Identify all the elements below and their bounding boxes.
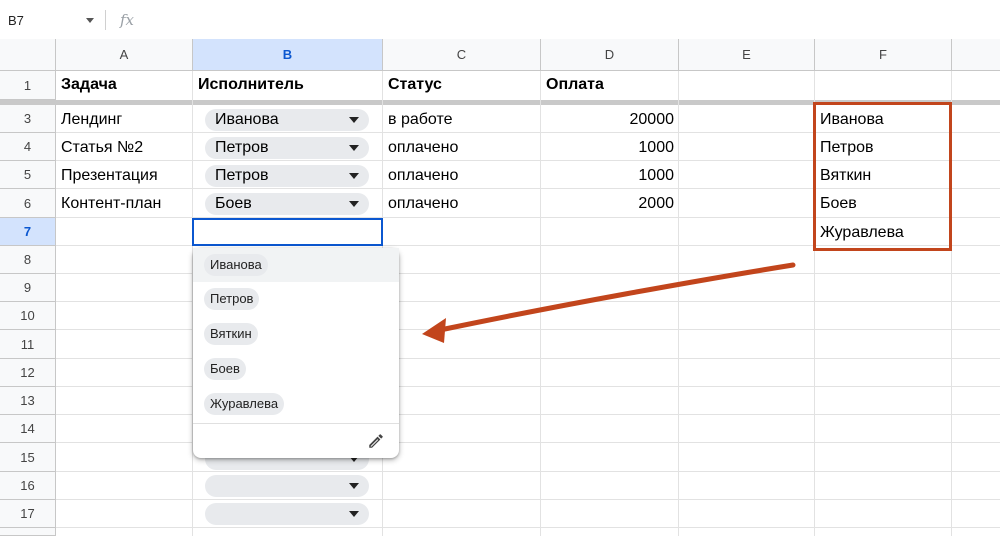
- dropdown-arrow-icon[interactable]: [349, 201, 359, 207]
- chip-label: Петров: [215, 167, 269, 184]
- cell-d5[interactable]: 1000: [546, 162, 674, 190]
- cell-a6[interactable]: Контент-план: [61, 190, 189, 218]
- row-header-10[interactable]: 10: [0, 302, 56, 330]
- dropdown-arrow-icon[interactable]: [349, 145, 359, 151]
- option-chip: Журавлева: [204, 393, 285, 415]
- dropdown-option[interactable]: Журавлева: [193, 387, 399, 421]
- formula-bar: B7 fx: [0, 0, 1000, 40]
- dropdown-option[interactable]: Иванова: [193, 248, 399, 282]
- row-header-9[interactable]: 9: [0, 274, 56, 302]
- column-header-c[interactable]: C: [383, 39, 541, 71]
- column-header-b[interactable]: B: [193, 39, 383, 71]
- cell-c1[interactable]: Статус: [388, 71, 538, 99]
- dropdown-option[interactable]: Вяткин: [193, 317, 399, 351]
- cell-c6[interactable]: оплачено: [388, 190, 538, 218]
- row-header-3[interactable]: 3: [0, 105, 56, 133]
- cell-a4[interactable]: Статья №2: [61, 134, 189, 162]
- column-header-d[interactable]: D: [541, 39, 679, 71]
- row-header-8[interactable]: 8: [0, 246, 56, 274]
- row-header-1[interactable]: 1: [0, 71, 56, 100]
- pencil-icon[interactable]: [367, 432, 385, 450]
- row-header-11[interactable]: 11: [0, 330, 56, 359]
- name-box[interactable]: B7: [8, 13, 24, 28]
- assignee-chip-b17[interactable]: [205, 503, 369, 525]
- row-header-18[interactable]: [0, 528, 56, 536]
- chip-label: Боев: [215, 195, 252, 212]
- active-cell-b7[interactable]: [192, 218, 383, 246]
- column-header-a[interactable]: A: [56, 39, 193, 71]
- assignee-chip-b3[interactable]: Иванова: [205, 109, 369, 131]
- cell-a5[interactable]: Презентация: [61, 162, 189, 190]
- popup-divider: [193, 423, 399, 424]
- cell-a1[interactable]: Задача: [61, 71, 189, 99]
- cell-c5[interactable]: оплачено: [388, 162, 538, 190]
- fx-icon: fx: [120, 11, 135, 29]
- chip-label: Иванова: [215, 111, 279, 128]
- assignee-chip-b5[interactable]: Петров: [205, 165, 369, 187]
- row-header-5[interactable]: 5: [0, 161, 56, 189]
- assignee-chip-b4[interactable]: Петров: [205, 137, 369, 159]
- dropdown-arrow-icon[interactable]: [349, 173, 359, 179]
- column-header-f[interactable]: F: [815, 39, 952, 71]
- chip-label: Петров: [215, 139, 269, 156]
- formula-bar-divider: [105, 10, 106, 30]
- row-header-16[interactable]: 16: [0, 472, 56, 500]
- row-header-12[interactable]: 12: [0, 359, 56, 387]
- cell-c4[interactable]: оплачено: [388, 134, 538, 162]
- option-chip: Боев: [204, 358, 246, 380]
- row-header-15[interactable]: 15: [0, 443, 56, 472]
- cell-a3[interactable]: Лендинг: [61, 106, 189, 134]
- dropdown-arrow-icon[interactable]: [349, 483, 359, 489]
- assignee-chip-b16[interactable]: [205, 475, 369, 497]
- row-header-13[interactable]: 13: [0, 387, 56, 415]
- column-header-g[interactable]: [952, 39, 1000, 71]
- name-box-dropdown-icon[interactable]: [86, 18, 94, 23]
- option-chip: Вяткин: [204, 323, 258, 345]
- row-header-6[interactable]: 6: [0, 189, 56, 218]
- dropdown-arrow-icon[interactable]: [349, 511, 359, 517]
- assignee-chip-b6[interactable]: Боев: [205, 193, 369, 215]
- row-header-4[interactable]: 4: [0, 133, 56, 161]
- dropdown-arrow-icon[interactable]: [349, 117, 359, 123]
- dropdown-popup: Иванова Петров Вяткин Боев Журавлева: [193, 248, 399, 458]
- cell-d4[interactable]: 1000: [546, 134, 674, 162]
- row-header-17[interactable]: 17: [0, 500, 56, 528]
- dropdown-option[interactable]: Боев: [193, 352, 399, 386]
- select-all-corner[interactable]: [0, 39, 56, 71]
- annotation-highlight-box: [813, 102, 952, 251]
- row-header-7[interactable]: 7: [0, 218, 56, 246]
- cell-c3[interactable]: в работе: [388, 106, 538, 134]
- dropdown-option[interactable]: Петров: [193, 282, 399, 316]
- cell-d3[interactable]: 20000: [546, 106, 675, 134]
- column-header-e[interactable]: E: [679, 39, 815, 71]
- option-chip: Петров: [204, 288, 260, 310]
- cell-d6[interactable]: 2000: [546, 190, 674, 218]
- cell-b1[interactable]: Исполнитель: [198, 71, 378, 99]
- option-chip: Иванова: [204, 254, 268, 276]
- cell-d1[interactable]: Оплата: [546, 71, 676, 99]
- row-header-14[interactable]: 14: [0, 415, 56, 443]
